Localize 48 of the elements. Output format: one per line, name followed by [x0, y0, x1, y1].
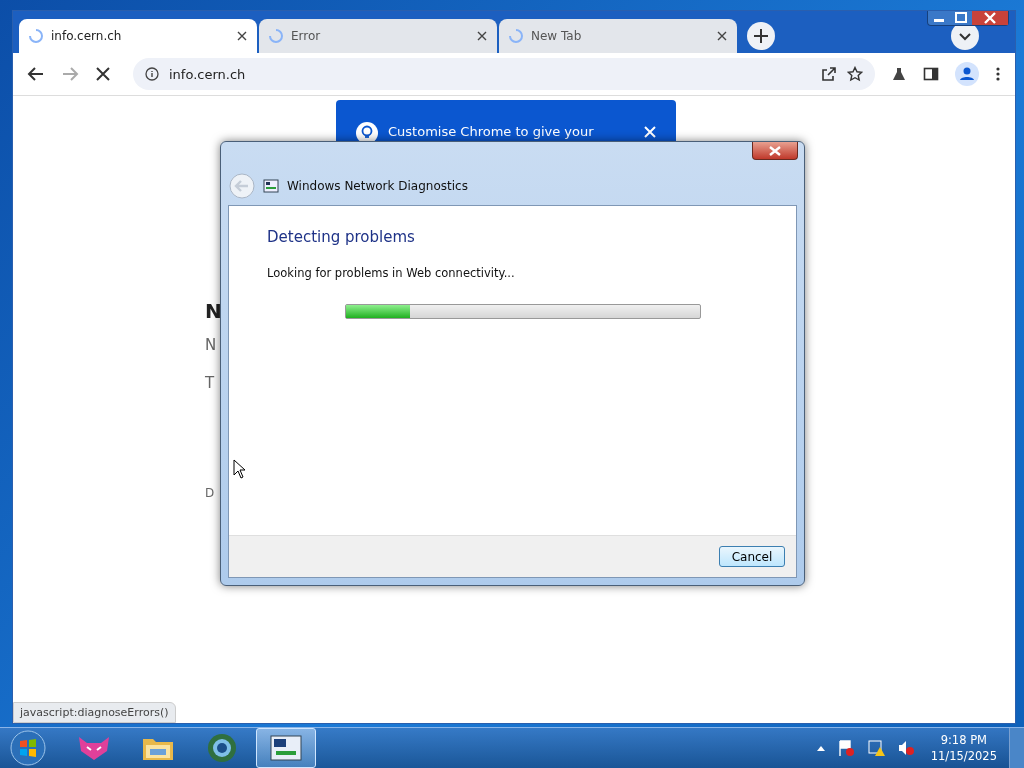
new-tab-icon[interactable] [747, 22, 775, 50]
page-text: N [205, 335, 218, 355]
close-icon [769, 145, 781, 156]
close-icon[interactable] [237, 31, 247, 41]
browser-tab[interactable]: Error [259, 19, 497, 53]
page-text: N [205, 301, 222, 321]
profile-icon[interactable] [955, 62, 979, 86]
star-icon[interactable] [847, 66, 863, 82]
dialog-heading: Detecting problems [267, 228, 416, 246]
loading-icon [29, 29, 43, 43]
tab-title: Error [291, 29, 322, 43]
tab-title: New Tab [531, 29, 583, 43]
close-icon[interactable] [717, 31, 727, 41]
status-message: Looking for problems in Web connectivity... [267, 266, 516, 280]
show-hidden-icon[interactable] [816, 745, 825, 751]
browser-tab[interactable]: info.cern.ch [19, 19, 257, 53]
loading-icon [509, 29, 523, 43]
dialog-title: Windows Network Diagnostics [287, 178, 468, 193]
start-button[interactable] [10, 730, 46, 766]
page-text: T [205, 373, 216, 393]
info-icon [145, 67, 159, 81]
loading-icon [269, 29, 283, 43]
share-icon[interactable] [821, 66, 837, 82]
clock-date[interactable]: 11/15/2025 [930, 748, 997, 764]
browser-tab[interactable]: New Tab [499, 19, 737, 53]
network-icon [263, 178, 279, 193]
menu-icon[interactable] [995, 66, 1001, 82]
network-status-icon[interactable] [866, 739, 885, 757]
close-icon[interactable] [972, 11, 1008, 25]
page-text: D [205, 485, 216, 502]
close-icon[interactable] [477, 31, 487, 41]
stop-icon[interactable] [95, 66, 111, 82]
back-icon[interactable] [27, 65, 45, 83]
globe-icon [207, 733, 237, 763]
fox-icon [77, 735, 111, 761]
close-button[interactable] [752, 142, 798, 160]
muted-speaker-icon[interactable] [896, 739, 915, 757]
side-panel-icon[interactable] [923, 66, 939, 82]
mouse-cursor [233, 459, 247, 479]
flask-icon[interactable] [891, 66, 907, 82]
cancel-button[interactable]: Cancel [719, 546, 785, 567]
promo-text: Customise Chrome to give your [388, 123, 595, 141]
tab-title: info.cern.ch [51, 29, 123, 43]
flag-icon[interactable] [836, 739, 855, 757]
taskbar-button[interactable] [256, 728, 316, 768]
network-icon [270, 735, 302, 761]
address-bar[interactable]: info.cern.ch [133, 58, 875, 90]
clock-time[interactable]: 9:18 PM [940, 732, 987, 748]
